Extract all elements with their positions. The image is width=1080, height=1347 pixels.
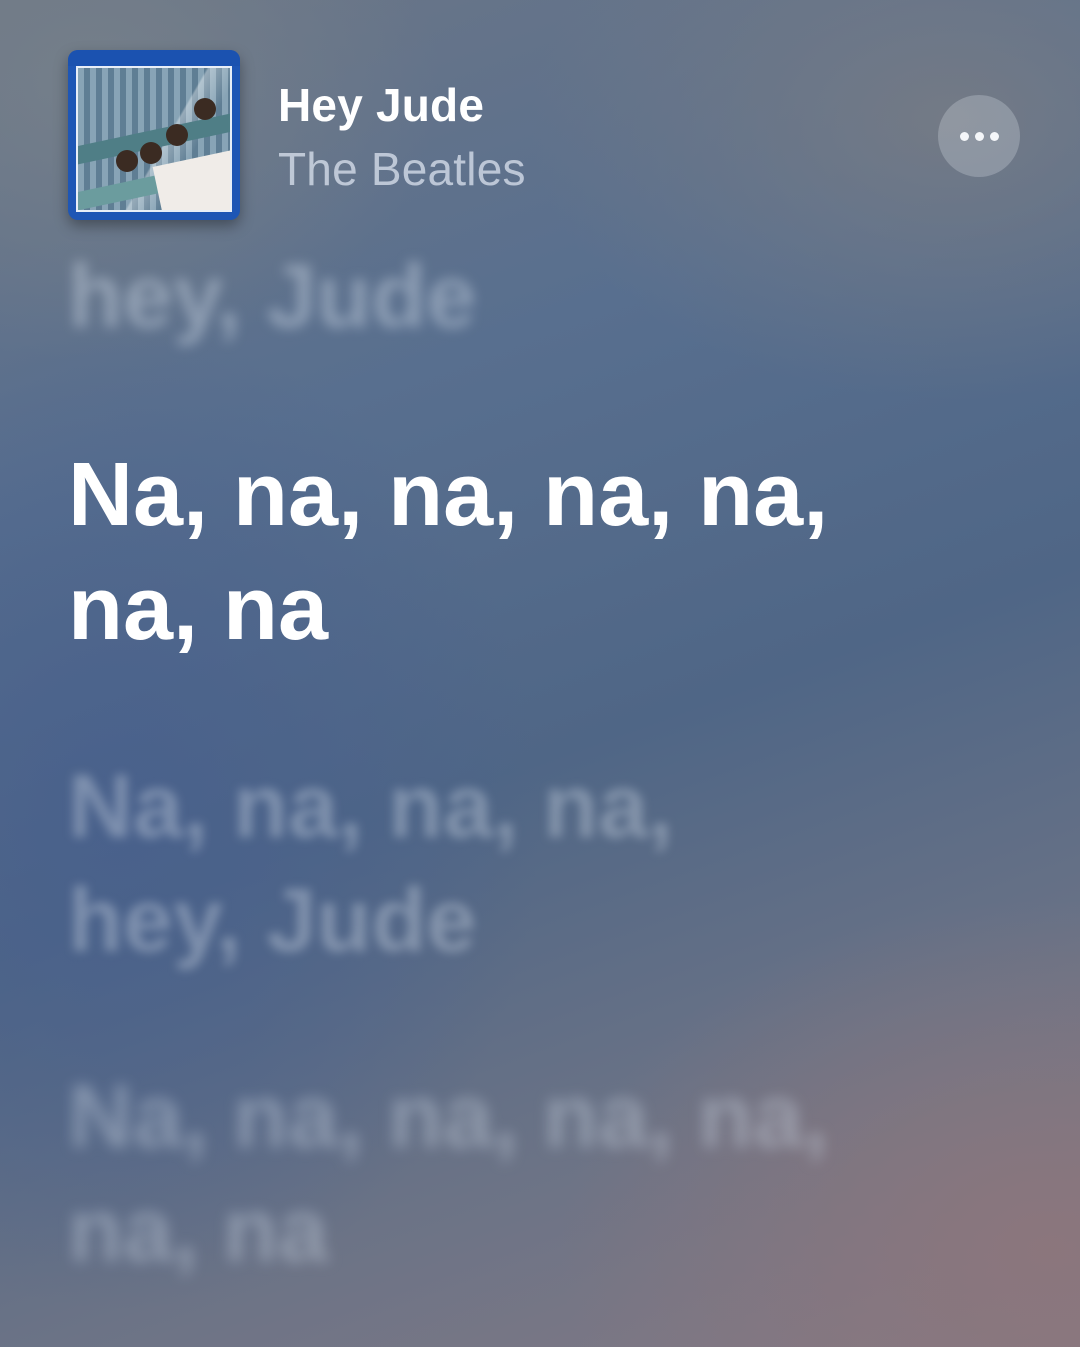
song-title[interactable]: Hey Jude [278, 78, 484, 132]
album-cover-photo [76, 66, 232, 212]
lyric-text: hey, Jude [68, 247, 477, 347]
lyric-text: na, na [68, 1181, 329, 1281]
more-options-button[interactable] [938, 95, 1020, 177]
ellipsis-icon [974, 131, 984, 141]
now-playing-header: Hey Jude The Beatles [68, 50, 1020, 220]
lyric-text: Na, na, na, na, [68, 757, 674, 857]
album-photo-light [152, 150, 230, 210]
ellipsis-icon [989, 131, 999, 141]
album-photo-figure [116, 150, 138, 172]
album-cover[interactable] [68, 50, 240, 220]
album-photo-figure [166, 124, 188, 146]
album-photo-figure [140, 142, 162, 164]
ellipsis-icon [959, 131, 969, 141]
album-photo-figure [194, 98, 216, 120]
lyric-line-upcoming[interactable]: Na, na, na, na, na, na, na [68, 1060, 828, 1288]
lyric-text: na, na [68, 559, 329, 659]
album-cover-title-strip [68, 50, 240, 66]
artist-name[interactable]: The Beatles [278, 142, 526, 196]
lyric-line-upcoming[interactable]: Na, na, na, na, hey, Jude [68, 750, 673, 978]
lyric-text: Na, na, na, na, na, [68, 445, 829, 545]
lyric-line-current[interactable]: Na, na, na, na, na, na, na [68, 438, 828, 666]
lyric-text: hey, Jude [68, 871, 477, 971]
lyric-line-previous[interactable]: hey, Jude [68, 240, 476, 354]
lyric-text: Na, na, na, na, na, [68, 1067, 829, 1167]
